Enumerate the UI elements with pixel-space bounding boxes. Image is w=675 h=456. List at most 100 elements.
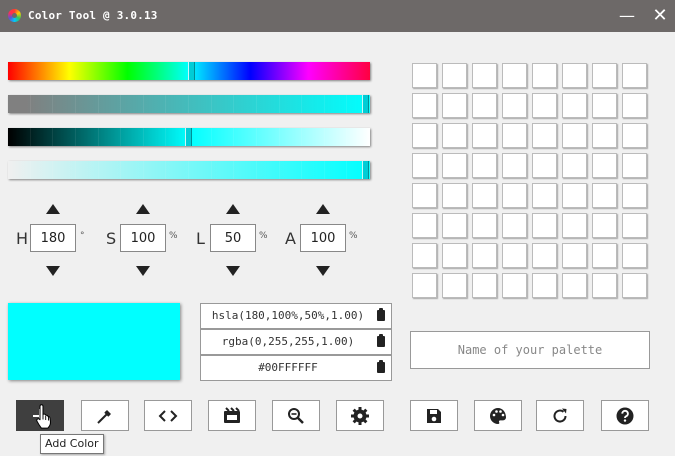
palette-swatch[interactable] <box>472 273 497 298</box>
hex-format-field[interactable]: #00FFFFFF <box>200 355 392 381</box>
palette-swatch[interactable] <box>442 93 467 118</box>
rgba-format-field[interactable]: rgba(0,255,255,1.00) <box>200 329 392 355</box>
palette-swatch[interactable] <box>562 213 587 238</box>
palette-swatch[interactable] <box>622 183 647 208</box>
close-button[interactable]: ✕ <box>650 6 670 26</box>
palette-swatch[interactable] <box>562 183 587 208</box>
palette-swatch[interactable] <box>592 123 617 148</box>
palette-swatch[interactable] <box>412 123 437 148</box>
clipboard-icon[interactable] <box>377 308 385 321</box>
palette-swatch[interactable] <box>622 273 647 298</box>
palette-swatch[interactable] <box>412 243 437 268</box>
palette-swatch[interactable] <box>562 153 587 178</box>
palette-swatch[interactable] <box>442 153 467 178</box>
palette-swatch[interactable] <box>562 243 587 268</box>
clipboard-icon[interactable] <box>377 360 385 373</box>
saturation-slider[interactable] <box>8 95 370 113</box>
palette-swatch[interactable] <box>532 153 557 178</box>
saturation-slider-handle[interactable] <box>362 95 369 113</box>
code-button[interactable] <box>144 400 192 431</box>
palette-swatch[interactable] <box>412 93 437 118</box>
palette-swatch[interactable] <box>502 153 527 178</box>
help-button[interactable] <box>601 400 649 431</box>
hue-input[interactable] <box>30 224 76 252</box>
settings-button[interactable] <box>336 400 384 431</box>
hsla-format-field[interactable]: hsla(180,100%,50%,1.00) <box>200 303 392 329</box>
palette-library-button[interactable] <box>208 400 256 431</box>
alpha-increment-arrow-icon[interactable] <box>316 204 330 214</box>
lightness-slider[interactable] <box>8 128 370 146</box>
palette-swatch[interactable] <box>562 123 587 148</box>
palette-swatch[interactable] <box>592 213 617 238</box>
palette-swatch[interactable] <box>622 153 647 178</box>
palette-swatch[interactable] <box>472 243 497 268</box>
palette-button[interactable] <box>474 400 522 431</box>
zoom-button[interactable] <box>272 400 320 431</box>
palette-swatch[interactable] <box>532 213 557 238</box>
minimize-button[interactable]: — <box>617 6 637 26</box>
hue-slider[interactable] <box>8 62 370 80</box>
palette-swatch[interactable] <box>472 183 497 208</box>
palette-swatch[interactable] <box>472 153 497 178</box>
palette-name-input[interactable] <box>410 331 650 369</box>
palette-swatch[interactable] <box>622 93 647 118</box>
refresh-button[interactable] <box>536 400 584 431</box>
palette-swatch[interactable] <box>502 63 527 88</box>
alpha-slider-handle[interactable] <box>362 161 369 179</box>
palette-swatch[interactable] <box>472 213 497 238</box>
lightness-decrement-arrow-icon[interactable] <box>226 266 240 276</box>
saturation-decrement-arrow-icon[interactable] <box>136 266 150 276</box>
palette-swatch[interactable] <box>442 243 467 268</box>
lightness-slider-handle[interactable] <box>185 128 192 146</box>
palette-swatch[interactable] <box>592 273 617 298</box>
palette-swatch[interactable] <box>412 153 437 178</box>
palette-swatch[interactable] <box>592 63 617 88</box>
save-button[interactable] <box>410 400 458 431</box>
palette-swatch[interactable] <box>532 93 557 118</box>
palette-swatch[interactable] <box>622 63 647 88</box>
lightness-increment-arrow-icon[interactable] <box>226 204 240 214</box>
palette-swatch[interactable] <box>562 273 587 298</box>
alpha-slider[interactable] <box>8 161 370 179</box>
clipboard-icon[interactable] <box>377 334 385 347</box>
saturation-increment-arrow-icon[interactable] <box>136 204 150 214</box>
palette-swatch[interactable] <box>502 93 527 118</box>
palette-swatch[interactable] <box>592 93 617 118</box>
eyedropper-button[interactable] <box>81 400 129 431</box>
palette-swatch[interactable] <box>412 213 437 238</box>
hue-slider-handle[interactable] <box>188 62 195 80</box>
hue-decrement-arrow-icon[interactable] <box>46 266 60 276</box>
palette-swatch[interactable] <box>622 123 647 148</box>
palette-swatch[interactable] <box>502 273 527 298</box>
palette-swatch[interactable] <box>592 243 617 268</box>
alpha-input[interactable] <box>300 224 346 252</box>
palette-swatch[interactable] <box>502 213 527 238</box>
palette-swatch[interactable] <box>472 93 497 118</box>
palette-swatch[interactable] <box>532 123 557 148</box>
alpha-decrement-arrow-icon[interactable] <box>316 266 330 276</box>
palette-swatch[interactable] <box>412 273 437 298</box>
palette-swatch[interactable] <box>412 63 437 88</box>
palette-swatch[interactable] <box>622 213 647 238</box>
palette-swatch[interactable] <box>532 243 557 268</box>
palette-swatch[interactable] <box>622 243 647 268</box>
saturation-input[interactable] <box>120 224 166 252</box>
hue-increment-arrow-icon[interactable] <box>46 204 60 214</box>
palette-swatch[interactable] <box>472 63 497 88</box>
palette-swatch[interactable] <box>442 273 467 298</box>
lightness-input[interactable] <box>210 224 256 252</box>
palette-swatch[interactable] <box>502 123 527 148</box>
palette-swatch[interactable] <box>592 153 617 178</box>
palette-swatch[interactable] <box>472 123 497 148</box>
palette-swatch[interactable] <box>502 243 527 268</box>
palette-swatch[interactable] <box>532 63 557 88</box>
palette-swatch[interactable] <box>442 123 467 148</box>
palette-swatch[interactable] <box>412 183 437 208</box>
palette-swatch[interactable] <box>592 183 617 208</box>
palette-swatch[interactable] <box>502 183 527 208</box>
palette-swatch[interactable] <box>532 273 557 298</box>
palette-swatch[interactable] <box>442 63 467 88</box>
palette-swatch[interactable] <box>442 183 467 208</box>
palette-swatch[interactable] <box>562 63 587 88</box>
palette-swatch[interactable] <box>442 213 467 238</box>
